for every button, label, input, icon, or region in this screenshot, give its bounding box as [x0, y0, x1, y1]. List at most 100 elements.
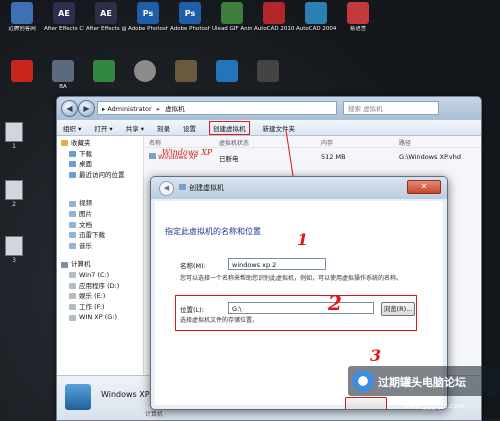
- nav-library-item[interactable]: 迅雷下载: [57, 230, 143, 241]
- folder-icon: [69, 200, 76, 207]
- nav-favorite-item[interactable]: 下载: [57, 149, 143, 160]
- desktop-icon[interactable]: AE After Effects 音频插件: [86, 2, 126, 33]
- nav-label: Win7 (C:): [79, 270, 110, 279]
- toolbar-item[interactable]: 打开 ▾: [94, 123, 112, 133]
- side-file-2[interactable]: 2: [4, 180, 24, 208]
- phone-icon: [257, 60, 279, 82]
- nav-label: 娱乐 (E:): [79, 292, 106, 301]
- folder-icon: [69, 161, 76, 168]
- photoshop-icon: Ps: [137, 2, 159, 24]
- column-state[interactable]: 虚拟机状态: [219, 138, 249, 147]
- desktop-icon[interactable]: Ulead GIF Animator 5: [212, 2, 252, 33]
- vm-name-input[interactable]: windows xp 2: [228, 258, 326, 270]
- nav-favorites[interactable]: 收藏夹: [57, 138, 143, 149]
- folder-icon: [69, 314, 76, 321]
- tools-icon: [175, 60, 197, 82]
- nav-label: 文档: [79, 220, 92, 229]
- nav-label: 计算机: [71, 260, 91, 269]
- document-icon: [5, 236, 23, 256]
- toolbar-item[interactable]: 新建文件夹: [263, 123, 296, 133]
- location-label: 位置(L):: [180, 306, 204, 314]
- address-bar[interactable]: ▸ Administrator ▸ 虚拟机: [97, 101, 337, 115]
- desktop-icon-label: 易语言: [349, 26, 367, 32]
- side-file-1[interactable]: 1: [4, 122, 24, 150]
- nav-label: 应用程序 (D:): [79, 281, 120, 290]
- desktop: 迈腾创客网 AE After Effects CS4 AE After Effects …: [0, 0, 500, 421]
- autocad-icon: [263, 2, 285, 24]
- side-file-3[interactable]: 3: [4, 236, 24, 264]
- annotation-step-1: 1: [297, 230, 309, 249]
- dialog-title: 创建虚拟机: [179, 183, 224, 193]
- breadcrumb-item[interactable]: Administrator: [107, 105, 151, 113]
- app-icon: [11, 60, 33, 82]
- toolbar-item[interactable]: 设置: [183, 123, 196, 133]
- forward-button[interactable]: ▶: [78, 100, 95, 117]
- nav-library-item[interactable]: 视频: [57, 198, 143, 209]
- desktop-icon[interactable]: 易语言: [338, 2, 378, 33]
- breadcrumb-item[interactable]: 虚拟机: [165, 105, 185, 113]
- desktop-icon[interactable]: Ps Adobe Photosh...: [128, 2, 168, 33]
- browse-button[interactable]: 浏览(R)...: [381, 302, 415, 316]
- nav-favorite-item[interactable]: 桌面: [57, 159, 143, 170]
- location-help-text: 选择虚拟机文件的存储位置。: [180, 317, 259, 324]
- nav-library-item[interactable]: 图片: [57, 209, 143, 220]
- annotation-step-2: 2: [328, 291, 342, 315]
- folder-icon: [69, 232, 76, 239]
- desktop-icon[interactable]: [2, 60, 42, 84]
- nav-label: 图片: [79, 209, 92, 218]
- annotation-step-3: 3: [370, 346, 382, 365]
- toolbar-item[interactable]: 共享 ▾: [126, 123, 144, 133]
- desktop-icon[interactable]: 迈腾创客网: [2, 2, 42, 33]
- dialog-titlebar: ◀ 创建虚拟机 ✕: [151, 177, 447, 199]
- arrow-right-icon: ▶: [83, 104, 90, 113]
- desktop-icon[interactable]: [166, 60, 206, 84]
- desktop-icon[interactable]: Ps Adobe Photosh...: [170, 2, 210, 33]
- after-effects-icon: AE: [95, 2, 117, 24]
- desktop-icon[interactable]: BA: [43, 60, 83, 91]
- desktop-icon-label: After Effects CS4: [44, 26, 84, 32]
- nav-computer[interactable]: 计算机: [57, 259, 143, 270]
- watermark-text: 过期罐头电脑论坛: [378, 376, 466, 389]
- column-name[interactable]: 名称: [149, 138, 161, 147]
- toolbar-item[interactable]: 创建虚拟机: [209, 120, 250, 135]
- dialog-heading: 指定此虚拟机的名称和位置: [165, 227, 261, 236]
- disc-icon: [134, 60, 156, 82]
- nav-library-item[interactable]: 音乐: [57, 241, 143, 252]
- nav-drive-item[interactable]: Win7 (C:): [57, 270, 143, 281]
- nav-drive-item[interactable]: 应用程序 (D:): [57, 281, 143, 292]
- computer-icon: [11, 2, 33, 24]
- nav-drive-item[interactable]: WIN XP (G:): [57, 312, 143, 323]
- column-path[interactable]: 路径: [399, 138, 411, 147]
- desktop-icon[interactable]: [248, 60, 288, 84]
- next-button[interactable]: [345, 397, 387, 409]
- location-input[interactable]: G:\: [228, 302, 374, 314]
- desktop-icon[interactable]: AE After Effects CS4: [44, 2, 84, 33]
- back-button[interactable]: ◀: [61, 100, 78, 117]
- dialog-back-button[interactable]: ◀: [159, 181, 174, 196]
- nav-drive-item[interactable]: 工作 (F:): [57, 302, 143, 313]
- toolbar-item[interactable]: 组织 ▾: [63, 123, 81, 133]
- nav-label: 收藏夹: [71, 139, 91, 147]
- desktop-icon[interactable]: [125, 60, 165, 84]
- nav-label: 桌面: [79, 160, 92, 169]
- nav-drive-item[interactable]: 娱乐 (E:): [57, 291, 143, 302]
- toolbar-item[interactable]: 刻录: [157, 123, 170, 133]
- explorer-titlebar: ◀ ▶ ▸ Administrator ▸ 虚拟机 搜索 虚拟机: [57, 97, 481, 120]
- desktop-icon[interactable]: AutoCAD 2004 Chs: [296, 2, 336, 33]
- desktop-icon[interactable]: AutoCAD 2010 - ...: [254, 2, 294, 33]
- after-effects-icon: AE: [53, 2, 75, 24]
- vm-memory: 512 MB: [321, 153, 346, 161]
- annotation-red-label: Windows XP: [162, 148, 213, 157]
- column-memory[interactable]: 内存: [321, 138, 333, 147]
- nav-library-item[interactable]: 文档: [57, 220, 143, 231]
- dialog-close-button[interactable]: ✕: [407, 180, 441, 194]
- desktop-icon[interactable]: [84, 60, 124, 84]
- document-icon: [5, 122, 23, 142]
- desktop-icon[interactable]: [207, 60, 247, 84]
- nav-favorite-item[interactable]: 最近访问的位置: [57, 170, 143, 181]
- nav-label: 最近访问的位置: [79, 170, 125, 179]
- vm-path: G:\Windows XP.vhd: [399, 153, 462, 161]
- details-type: 计算机: [145, 411, 164, 418]
- desktop-icon-label: Adobe Photosh...: [170, 26, 210, 32]
- search-input[interactable]: 搜索 虚拟机: [343, 101, 439, 115]
